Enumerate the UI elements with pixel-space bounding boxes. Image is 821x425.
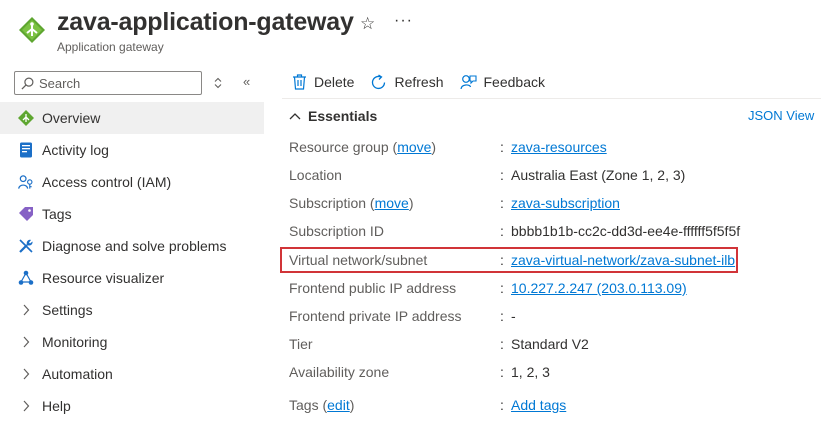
- search-icon: [21, 77, 34, 90]
- command-bar: Delete Refresh Feedback: [292, 71, 561, 93]
- activity-log-icon: [18, 142, 34, 158]
- chevron-up-icon: [289, 113, 301, 120]
- page-subtitle: Application gateway: [57, 40, 164, 54]
- chevron-right-icon: [18, 302, 34, 318]
- sidebar-item-label: Monitoring: [42, 334, 108, 350]
- virtual-network-link[interactable]: zava-virtual-network/zava-subnet-ilb: [511, 252, 735, 268]
- sidebar-item-label: Help: [42, 398, 71, 414]
- trash-icon: [293, 74, 306, 90]
- sidebar-item-help[interactable]: Help: [0, 390, 264, 422]
- sidebar-item-activity-log[interactable]: Activity log: [0, 134, 264, 166]
- page-title: zava-application-gateway: [57, 8, 354, 36]
- chevron-right-icon: [18, 334, 34, 350]
- sidebar-item-overview[interactable]: Overview: [0, 102, 264, 134]
- property-row-location: Location : Australia East (Zone 1, 2, 3): [289, 165, 809, 185]
- chevron-right-icon: [18, 366, 34, 382]
- visualizer-icon: [18, 270, 34, 286]
- property-label: Frontend public IP address: [289, 280, 457, 296]
- separator: :: [500, 167, 504, 183]
- sidebar-item-resource-visualizer[interactable]: Resource visualizer: [0, 262, 264, 294]
- frontend-public-ip-link[interactable]: 10.227.2.247 (203.0.113.09): [511, 280, 687, 296]
- subscription-id-value: bbbb1b1b-cc2c-dd3d-ee4e-ffffff5f5f5f: [511, 223, 741, 239]
- feedback-label: Feedback: [483, 74, 545, 90]
- app-gateway-icon: [19, 17, 45, 43]
- property-row-frontend-public-ip: Frontend public IP address : 10.227.2.24…: [289, 278, 809, 298]
- favorite-star-icon[interactable]: ☆: [360, 14, 375, 34]
- chevron-right-icon: [18, 398, 34, 414]
- move-link[interactable]: move: [397, 139, 431, 155]
- property-row-subscription-id: Subscription ID : bbbb1b1b-cc2c-dd3d-ee4…: [289, 221, 809, 241]
- sidebar-item-label: Settings: [42, 302, 93, 318]
- collapse-sidebar-icon[interactable]: «: [243, 74, 250, 89]
- property-label: Availability zone: [289, 364, 390, 380]
- separator: :: [500, 364, 504, 380]
- expand-collapse-icon[interactable]: [213, 77, 223, 89]
- frontend-private-ip-value: -: [511, 308, 516, 324]
- sidebar: Overview Activity log Access control (IA…: [0, 102, 264, 422]
- property-row-frontend-private-ip: Frontend private IP address : -: [289, 306, 809, 326]
- sidebar-item-access-control[interactable]: Access control (IAM): [0, 166, 264, 198]
- sidebar-item-label: Overview: [42, 110, 101, 126]
- refresh-label: Refresh: [394, 74, 444, 90]
- add-tags-link[interactable]: Add tags: [511, 397, 566, 413]
- search-box[interactable]: [14, 71, 202, 95]
- availability-zone-value: 1, 2, 3: [511, 364, 550, 380]
- property-label: Frontend private IP address: [289, 308, 462, 324]
- essentials-title: Essentials: [308, 108, 378, 124]
- wrench-icon: [18, 238, 34, 254]
- feedback-icon: [459, 74, 477, 89]
- edit-tags-link[interactable]: edit: [327, 397, 350, 413]
- separator: :: [500, 223, 504, 239]
- sidebar-item-label: Tags: [42, 206, 72, 222]
- tier-value: Standard V2: [511, 336, 589, 352]
- sidebar-item-label: Activity log: [42, 142, 109, 158]
- tag-icon: [18, 206, 34, 222]
- delete-label: Delete: [314, 74, 355, 90]
- app-gateway-icon: [18, 110, 34, 126]
- sidebar-item-label: Diagnose and solve problems: [42, 238, 227, 254]
- separator: :: [500, 195, 504, 211]
- property-label: Location: [289, 167, 342, 183]
- sidebar-item-tags[interactable]: Tags: [0, 198, 264, 230]
- sidebar-item-settings[interactable]: Settings: [0, 294, 264, 326]
- resource-group-link[interactable]: zava-resources: [511, 139, 607, 155]
- property-label: Subscription ID: [289, 223, 384, 239]
- sidebar-item-monitoring[interactable]: Monitoring: [0, 326, 264, 358]
- property-label: Subscription (move): [289, 195, 414, 211]
- property-label: Resource group (move): [289, 139, 437, 155]
- property-row-tier: Tier : Standard V2: [289, 334, 809, 354]
- essentials-toggle[interactable]: Essentials: [289, 108, 377, 124]
- sidebar-item-automation[interactable]: Automation: [0, 358, 264, 390]
- sidebar-item-label: Resource visualizer: [42, 270, 165, 286]
- subscription-link[interactable]: zava-subscription: [511, 195, 620, 211]
- location-value: Australia East (Zone 1, 2, 3): [511, 167, 686, 183]
- separator: :: [500, 308, 504, 324]
- feedback-button[interactable]: Feedback: [459, 74, 545, 91]
- sidebar-item-label: Automation: [42, 366, 113, 382]
- delete-button[interactable]: Delete: [292, 74, 354, 90]
- separator: :: [500, 397, 504, 413]
- more-options-icon[interactable]: ···: [394, 12, 413, 30]
- json-view-link[interactable]: JSON View: [748, 108, 814, 123]
- property-row-virtual-network: Virtual network/subnet : zava-virtual-ne…: [289, 250, 809, 270]
- separator: :: [500, 139, 504, 155]
- separator: :: [500, 336, 504, 352]
- property-label: Tags (edit): [289, 397, 355, 413]
- refresh-icon: [372, 73, 386, 89]
- search-input[interactable]: [39, 75, 189, 91]
- property-row-availability-zone: Availability zone : 1, 2, 3: [289, 362, 809, 382]
- refresh-button[interactable]: Refresh: [370, 73, 444, 91]
- iam-icon: [18, 174, 34, 190]
- divider: [282, 98, 821, 99]
- move-link[interactable]: move: [375, 195, 409, 211]
- separator: :: [500, 252, 504, 268]
- sidebar-item-diagnose[interactable]: Diagnose and solve problems: [0, 230, 264, 262]
- property-row-resource-group: Resource group (move) : zava-resources: [289, 137, 809, 157]
- separator: :: [500, 280, 504, 296]
- property-row-subscription: Subscription (move) : zava-subscription: [289, 193, 809, 213]
- property-label: Tier: [289, 336, 313, 352]
- property-row-tags: Tags (edit) : Add tags: [289, 395, 809, 415]
- sidebar-item-label: Access control (IAM): [42, 174, 172, 190]
- property-label: Virtual network/subnet: [289, 252, 428, 268]
